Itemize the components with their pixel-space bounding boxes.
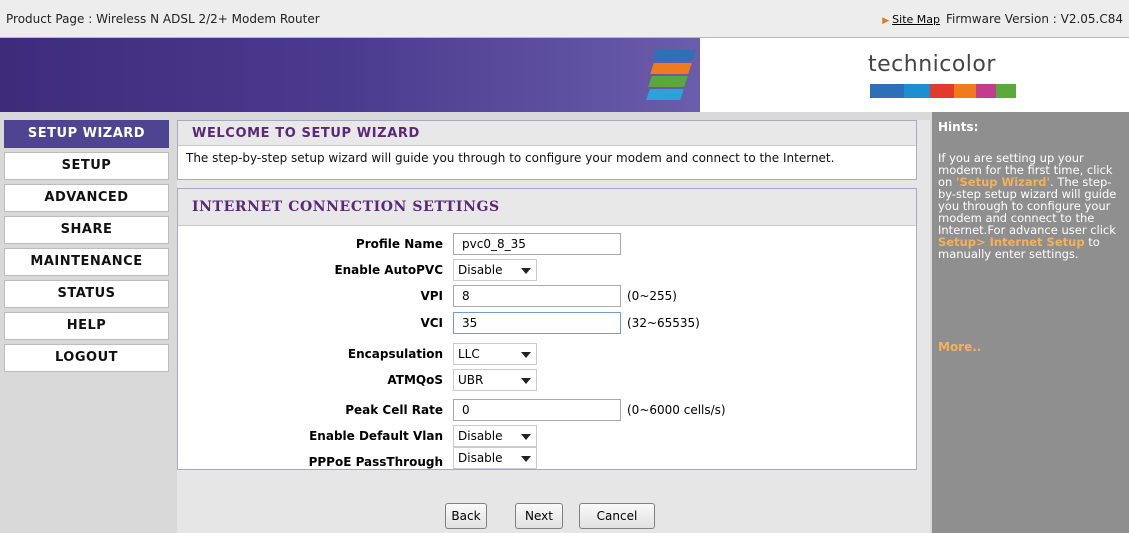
vci-range: (32~65535) — [627, 316, 700, 330]
atmqos-label: ATMQoS — [387, 373, 443, 387]
top-right-info: ▶ Site Map Firmware Version : V2.05.C84 — [882, 12, 1123, 26]
banner-stripe-orange — [650, 63, 692, 74]
main-content: WELCOME TO SETUP WIZARD The step-by-step… — [177, 120, 930, 533]
chevron-down-icon — [521, 456, 531, 462]
chevron-down-icon — [521, 378, 531, 384]
pppoe-value: Disable — [458, 451, 503, 465]
firmware-version: Firmware Version : V2.05.C84 — [946, 12, 1123, 26]
atmqos-select[interactable]: UBR — [453, 369, 537, 391]
vci-label: VCI — [420, 316, 443, 330]
next-button[interactable]: Next — [515, 503, 563, 529]
banner-stripe-cyan — [646, 89, 684, 100]
settings-panel: INTERNET CONNECTION SETTINGS Profile Nam… — [177, 188, 917, 470]
vpi-range: (0~255) — [627, 289, 677, 303]
pppoe-label: PPPoE PassThrough — [308, 455, 443, 469]
chevron-down-icon — [521, 268, 531, 274]
welcome-panel: WELCOME TO SETUP WIZARD The step-by-step… — [177, 120, 917, 180]
profile-name-input[interactable]: pvc0_8_35 — [453, 233, 621, 255]
peak-cell-rate-label: Peak Cell Rate — [345, 403, 443, 417]
default-vlan-label: Enable Default Vlan — [309, 429, 443, 443]
default-vlan-value: Disable — [458, 429, 503, 443]
vpi-input[interactable]: 8 — [453, 285, 621, 307]
chevron-down-icon — [521, 434, 531, 440]
encapsulation-value: LLC — [458, 347, 480, 361]
hints-text: If you are setting up your modem for the… — [938, 151, 1117, 261]
chevron-down-icon — [521, 352, 531, 358]
product-page-label: Product Page : Wireless N ADSL 2/2+ Mode… — [6, 12, 320, 26]
nav-help[interactable]: HELP — [4, 312, 169, 340]
settings-title: INTERNET CONNECTION SETTINGS — [178, 189, 916, 226]
autopvc-label: Enable AutoPVC — [334, 263, 443, 277]
banner-stripe-green — [648, 76, 688, 87]
hints-panel: Hints: If you are setting up your modem … — [932, 112, 1129, 533]
logo-color-bar — [870, 84, 1016, 98]
top-bar: Product Page : Wireless N ADSL 2/2+ Mode… — [0, 0, 1129, 38]
atmqos-value: UBR — [458, 373, 484, 387]
encapsulation-label: Encapsulation — [347, 347, 443, 361]
nav-status[interactable]: STATUS — [4, 280, 169, 308]
nav-setup[interactable]: SETUP — [4, 152, 169, 180]
nav-share[interactable]: SHARE — [4, 216, 169, 244]
encapsulation-select[interactable]: LLC — [453, 343, 537, 365]
banner-stripe-blue — [652, 50, 696, 61]
back-button[interactable]: Back — [445, 503, 487, 529]
technicolor-logo: technicolor — [868, 52, 996, 77]
hints-title: Hints: — [938, 120, 979, 134]
profile-name-label: Profile Name — [355, 237, 443, 251]
nav-advanced[interactable]: ADVANCED — [4, 184, 169, 212]
cancel-button[interactable]: Cancel — [579, 503, 655, 529]
arrow-right-icon: ▶ — [882, 16, 890, 26]
nav-maintenance[interactable]: MAINTENANCE — [4, 248, 169, 276]
autopvc-value: Disable — [458, 263, 503, 277]
welcome-title: WELCOME TO SETUP WIZARD — [178, 121, 916, 146]
header-banner: technicolor — [0, 38, 1129, 112]
pppoe-select[interactable]: Disable — [453, 447, 537, 469]
vpi-label: VPI — [420, 289, 443, 303]
welcome-text: The step-by-step setup wizard will guide… — [186, 151, 835, 165]
site-map-link[interactable]: Site Map — [892, 13, 940, 26]
autopvc-select[interactable]: Disable — [453, 259, 537, 281]
banner-gradient — [0, 38, 700, 112]
nav-setup-wizard[interactable]: SETUP WIZARD — [4, 120, 169, 148]
hints-more-link[interactable]: More.. — [938, 340, 981, 354]
default-vlan-select[interactable]: Disable — [453, 425, 537, 447]
nav-logout[interactable]: LOGOUT — [4, 344, 169, 372]
sidebar-nav: SETUP WIZARD SETUP ADVANCED SHARE MAINTE… — [4, 120, 169, 376]
peak-cell-rate-range: (0~6000 cells/s) — [627, 403, 726, 417]
peak-cell-rate-input[interactable]: 0 — [453, 399, 621, 421]
vci-input[interactable]: 35 — [453, 312, 621, 334]
